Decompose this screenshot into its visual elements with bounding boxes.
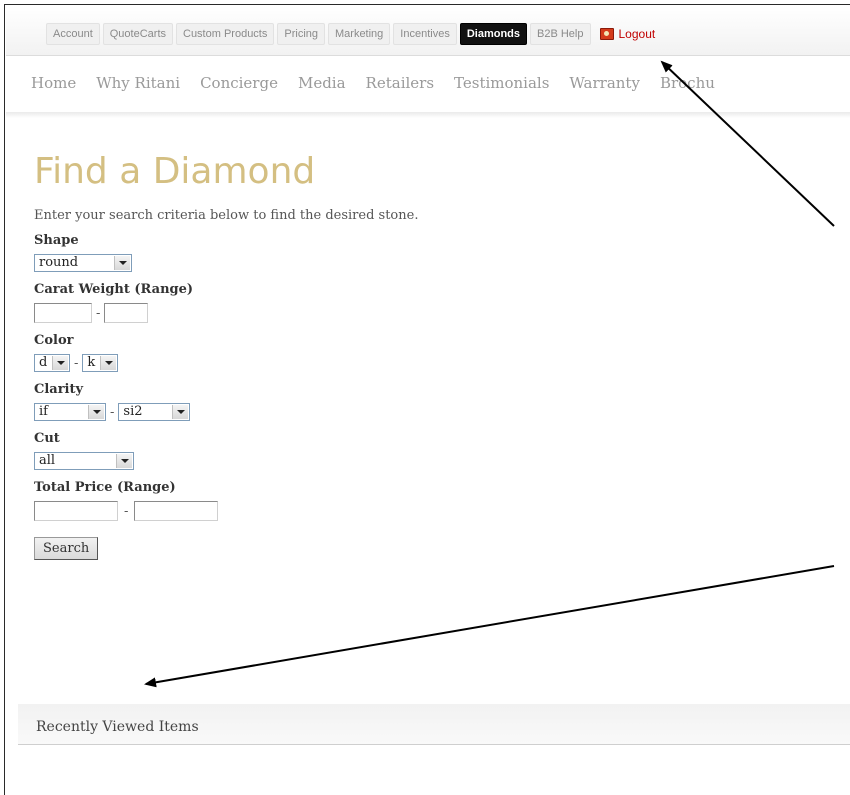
- range-separator: -: [124, 503, 129, 519]
- nav-item-why-ritani[interactable]: Why Ritani: [96, 74, 180, 92]
- nav-item-media[interactable]: Media: [298, 74, 346, 92]
- chevron-down-icon: [114, 256, 130, 270]
- nav-item-testimonials[interactable]: Testimonials: [454, 74, 549, 92]
- page-title: Find a Diamond: [34, 151, 316, 192]
- chevron-down-icon: [172, 405, 189, 419]
- admin-tab-b2b-help[interactable]: B2B Help: [530, 23, 591, 45]
- color-from-value: d: [39, 355, 48, 370]
- admin-tab-incentives[interactable]: Incentives: [393, 23, 457, 45]
- price-label: Total Price (Range): [34, 480, 176, 495]
- cut-select-value: all: [39, 453, 56, 468]
- nav-item-retailers[interactable]: Retailers: [366, 74, 434, 92]
- chevron-down-icon: [116, 454, 132, 468]
- main-nav: Home Why Ritani Concierge Media Retailer…: [6, 56, 850, 118]
- shape-label: Shape: [34, 233, 79, 248]
- admin-tab-pricing[interactable]: Pricing: [277, 23, 325, 45]
- color-from-select[interactable]: d: [34, 354, 70, 372]
- shape-select[interactable]: round: [34, 254, 132, 272]
- chevron-down-icon: [88, 405, 104, 419]
- nav-item-concierge[interactable]: Concierge: [200, 74, 278, 92]
- main-nav-items: Home Why Ritani Concierge Media Retailer…: [31, 74, 735, 92]
- color-to-value: k: [87, 355, 96, 370]
- range-separator: -: [110, 404, 115, 420]
- search-form: Find a Diamond Enter your search criteri…: [34, 152, 418, 560]
- nav-divider: [6, 112, 850, 118]
- color-to-select[interactable]: k: [82, 354, 119, 372]
- nav-item-brochure[interactable]: Brochu: [660, 74, 715, 92]
- recently-viewed-section: Recently Viewed Items: [18, 704, 850, 745]
- admin-tab-marketing[interactable]: Marketing: [328, 23, 391, 45]
- shape-select-value: round: [39, 255, 79, 270]
- logout-icon: [599, 28, 614, 40]
- admin-bar: Account QuoteCarts Custom Products Prici…: [6, 5, 850, 56]
- logout-link[interactable]: Logout: [599, 23, 660, 45]
- color-label: Color: [34, 333, 74, 348]
- logout-label: Logout: [618, 27, 656, 41]
- carat-label: Carat Weight (Range): [34, 282, 194, 297]
- clarity-to-select[interactable]: si2: [118, 403, 191, 421]
- carat-max-input[interactable]: [104, 303, 149, 323]
- admin-tab-quotecarts[interactable]: QuoteCarts: [102, 23, 173, 45]
- chevron-down-icon: [100, 356, 117, 370]
- admin-tab-diamonds[interactable]: Diamonds: [459, 23, 528, 45]
- range-separator: -: [74, 355, 79, 371]
- clarity-to-value: si2: [123, 404, 143, 419]
- range-separator: -: [96, 305, 101, 321]
- nav-item-home[interactable]: Home: [31, 74, 76, 92]
- admin-tab-account[interactable]: Account: [46, 23, 100, 45]
- admin-tab-custom-products[interactable]: Custom Products: [176, 23, 275, 45]
- search-button[interactable]: Search: [34, 537, 99, 560]
- chevron-down-icon: [52, 356, 68, 370]
- price-max-input[interactable]: [134, 501, 219, 521]
- recently-viewed-title: Recently Viewed Items: [36, 719, 199, 735]
- clarity-label: Clarity: [34, 382, 84, 397]
- nav-item-warranty[interactable]: Warranty: [569, 74, 640, 92]
- cut-select[interactable]: all: [34, 452, 134, 470]
- admin-tabs: Account QuoteCarts Custom Products Prici…: [46, 23, 659, 45]
- clarity-from-select[interactable]: if: [34, 403, 106, 421]
- cut-label: Cut: [34, 431, 60, 446]
- clarity-from-value: if: [39, 404, 48, 419]
- carat-min-input[interactable]: [34, 303, 92, 323]
- intro-text: Enter your search criteria below to find…: [34, 208, 419, 223]
- price-min-input[interactable]: [34, 501, 118, 521]
